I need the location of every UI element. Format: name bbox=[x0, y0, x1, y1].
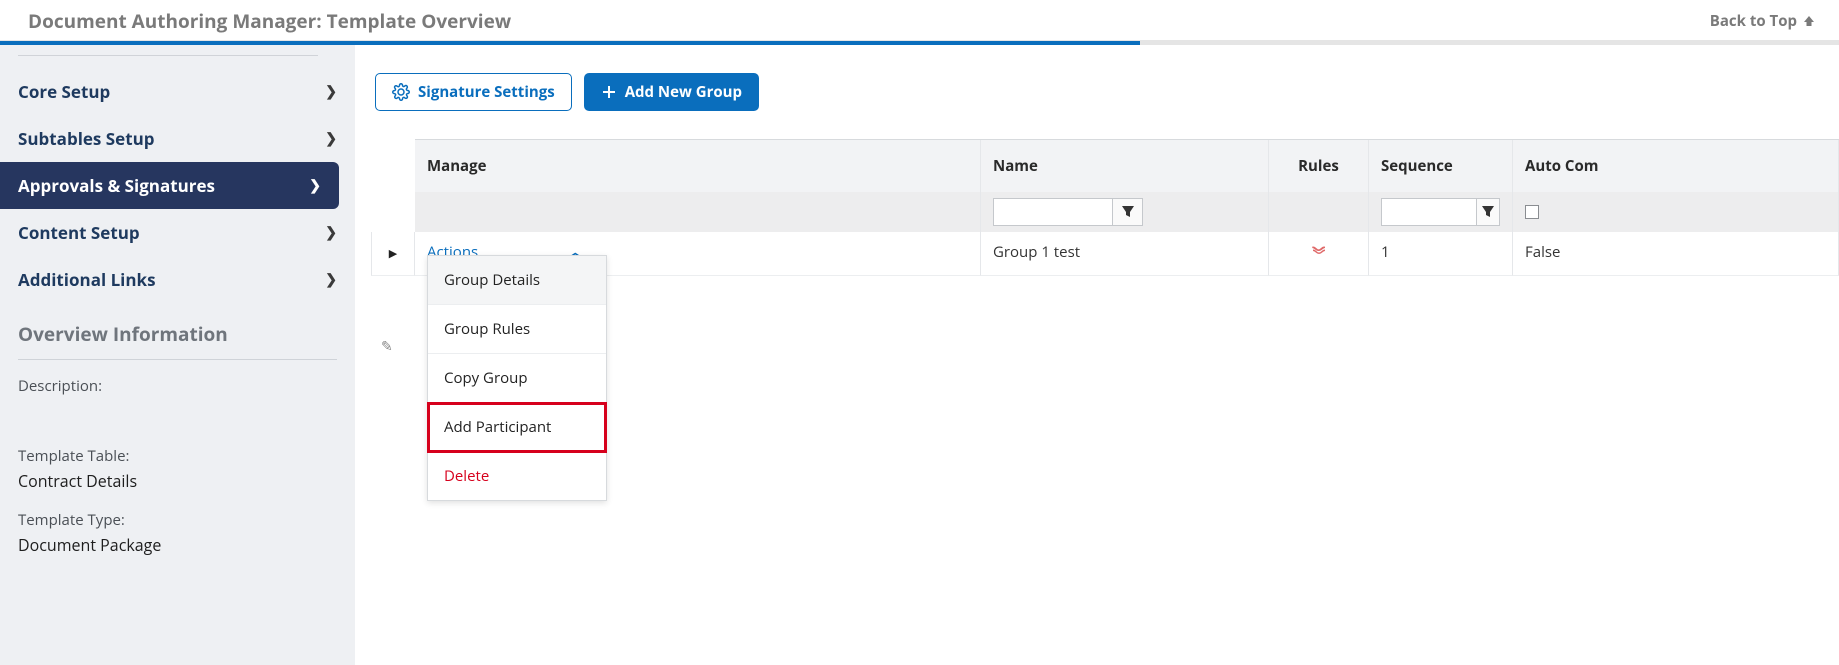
sidebar-item-label: Additional Links bbox=[18, 268, 156, 291]
sequence-filter-input[interactable] bbox=[1381, 198, 1477, 226]
menu-item-copy-group[interactable]: Copy Group bbox=[428, 354, 606, 403]
add-new-group-button[interactable]: Add New Group bbox=[584, 73, 759, 111]
sidebar-item-label: Subtables Setup bbox=[18, 127, 155, 150]
expand-row-toggle[interactable]: ▶ bbox=[389, 246, 397, 261]
sidebar-item-additional-links[interactable]: Additional Links ❯ bbox=[0, 256, 355, 303]
row-name-value: Group 1 test bbox=[981, 232, 1269, 276]
filter-icon bbox=[1481, 205, 1495, 219]
menu-item-add-participant[interactable]: Add Participant bbox=[428, 403, 606, 452]
description-label: Description: bbox=[0, 376, 355, 400]
chevron-right-icon: ❯ bbox=[325, 82, 337, 101]
add-new-group-label: Add New Group bbox=[625, 82, 742, 102]
column-header-auto[interactable]: Auto Com bbox=[1513, 140, 1839, 192]
sequence-filter-button[interactable] bbox=[1477, 198, 1500, 226]
template-type-label: Template Type: bbox=[0, 510, 355, 534]
chevron-right-icon: ❯ bbox=[325, 223, 337, 242]
row-auto-value: False bbox=[1513, 232, 1839, 276]
arrow-up-icon bbox=[1803, 15, 1815, 27]
column-header-rules[interactable]: Rules bbox=[1269, 140, 1369, 192]
sidebar-item-approvals-signatures[interactable]: Approvals & Signatures ❯ bbox=[0, 162, 339, 209]
sidebar-item-label: Approvals & Signatures bbox=[18, 174, 215, 197]
chevron-right-icon: ❯ bbox=[325, 270, 337, 289]
sidebar: Core Setup ❯ Subtables Setup ❯ Approvals… bbox=[0, 45, 355, 665]
template-table-label: Template Table: bbox=[0, 446, 355, 470]
template-table-value: Contract Details bbox=[0, 470, 355, 510]
groups-table: Manage Name Rules Sequence Auto Com bbox=[415, 139, 1839, 276]
name-filter-input[interactable] bbox=[993, 198, 1113, 226]
filter-icon bbox=[1121, 205, 1135, 219]
row-sequence-value: 1 bbox=[1369, 232, 1513, 276]
gear-icon bbox=[392, 83, 410, 101]
sidebar-item-subtables-setup[interactable]: Subtables Setup ❯ bbox=[0, 115, 355, 162]
back-to-top-label: Back to Top bbox=[1710, 11, 1797, 31]
column-header-manage[interactable]: Manage bbox=[415, 140, 981, 192]
table-row: ▶ Actions ︿ Group 1 test 1 False bbox=[415, 232, 1839, 276]
template-type-value: Document Package bbox=[0, 534, 355, 574]
column-header-sequence[interactable]: Sequence bbox=[1369, 140, 1513, 192]
sidebar-item-content-setup[interactable]: Content Setup ❯ bbox=[0, 209, 355, 256]
sidebar-item-core-setup[interactable]: Core Setup ❯ bbox=[0, 68, 355, 115]
sidebar-item-label: Core Setup bbox=[18, 80, 110, 103]
name-filter-button[interactable] bbox=[1113, 198, 1143, 226]
description-value bbox=[0, 400, 355, 418]
page-title: Document Authoring Manager: Template Ove… bbox=[28, 8, 511, 34]
sidebar-item-label: Content Setup bbox=[18, 221, 140, 244]
plus-icon bbox=[601, 84, 617, 100]
rules-icon[interactable] bbox=[1281, 242, 1356, 260]
back-to-top-link[interactable]: Back to Top bbox=[1710, 11, 1815, 31]
column-header-name[interactable]: Name bbox=[981, 140, 1269, 192]
auto-filter-checkbox[interactable] bbox=[1525, 205, 1539, 219]
actions-dropdown: Group Details Group Rules Copy Group Add… bbox=[427, 255, 607, 501]
main-content: Signature Settings Add New Group Manage … bbox=[355, 45, 1839, 276]
menu-item-group-rules[interactable]: Group Rules bbox=[428, 305, 606, 354]
menu-item-delete[interactable]: Delete bbox=[428, 452, 606, 500]
menu-item-group-details[interactable]: Group Details bbox=[428, 256, 606, 305]
signature-settings-button[interactable]: Signature Settings bbox=[375, 73, 572, 111]
overview-heading: Overview Information bbox=[0, 303, 355, 353]
edit-icon[interactable]: ✎ bbox=[381, 337, 393, 356]
chevron-right-icon: ❯ bbox=[325, 129, 337, 148]
signature-settings-label: Signature Settings bbox=[418, 82, 555, 102]
chevron-right-icon: ❯ bbox=[309, 176, 321, 195]
